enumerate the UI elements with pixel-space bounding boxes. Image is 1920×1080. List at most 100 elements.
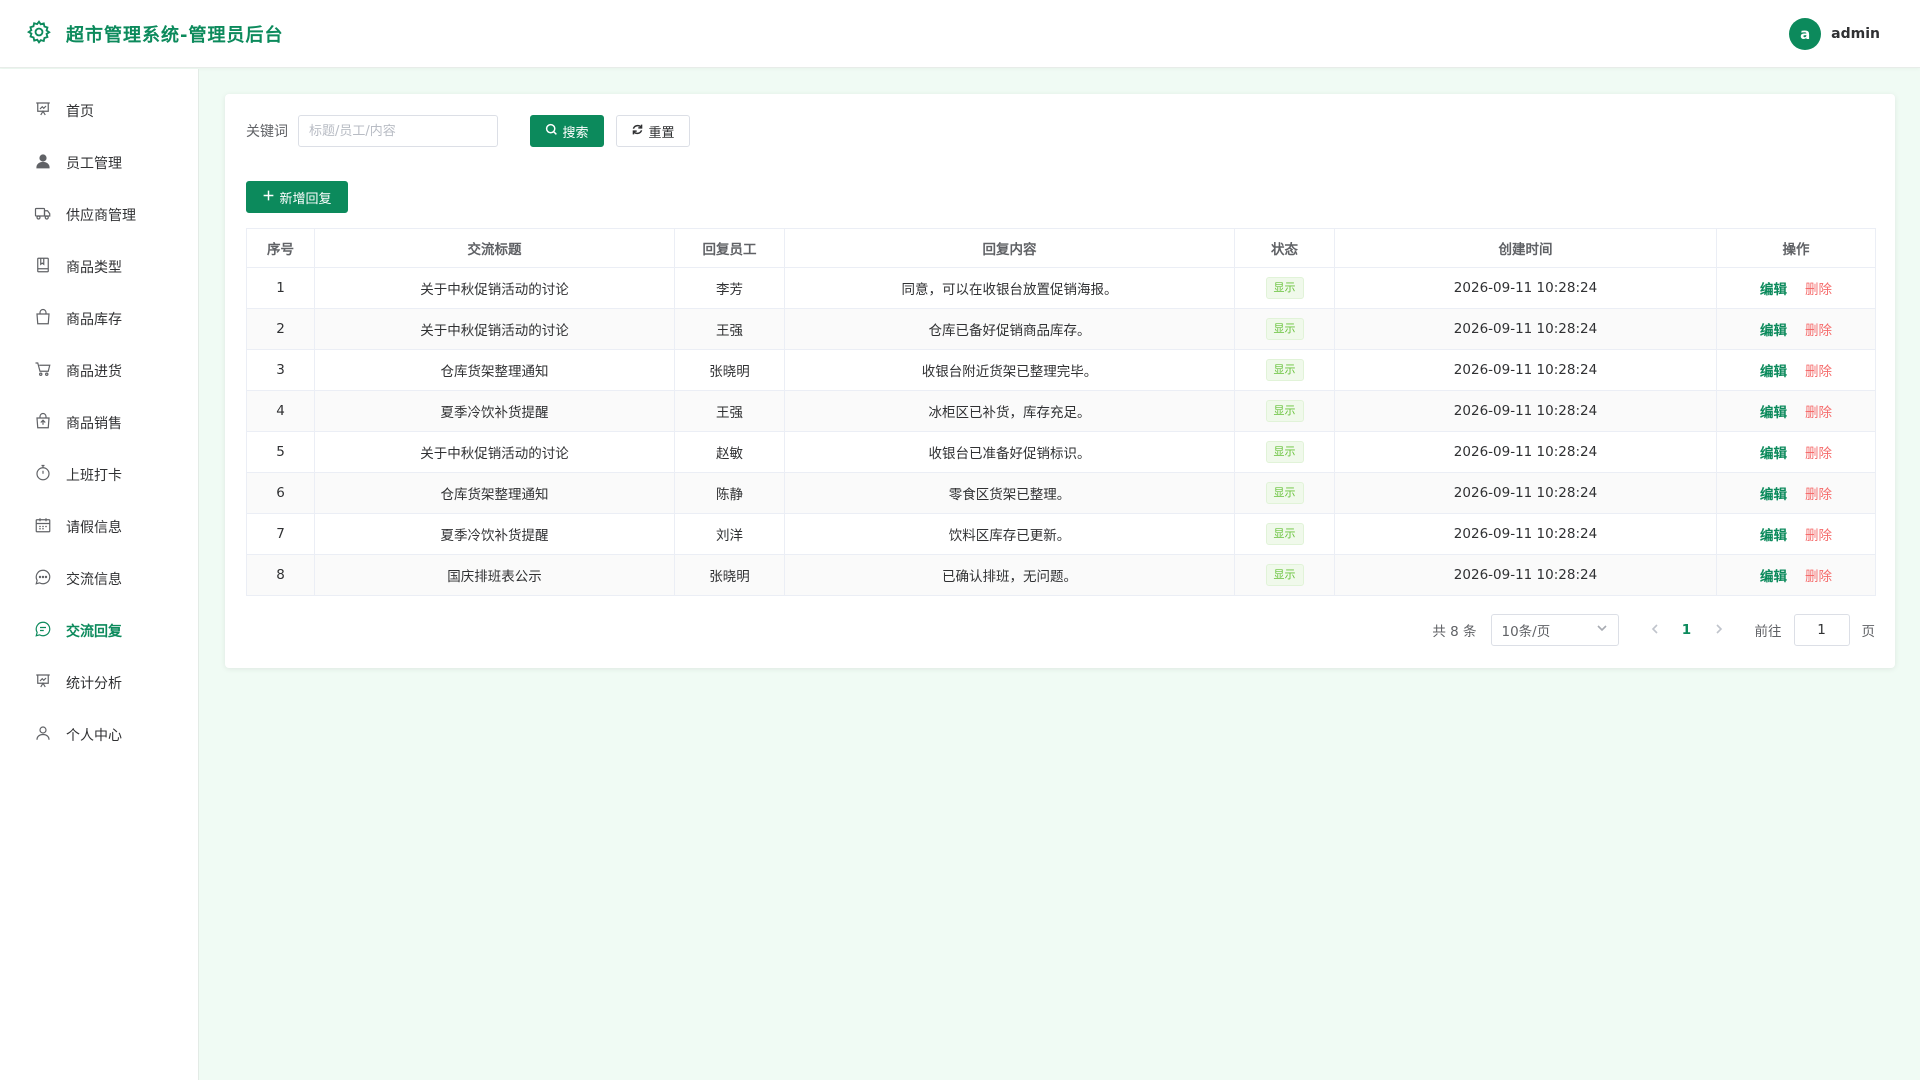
table-row[interactable]: 6 仓库货架整理通知 陈静 零食区货架已整理。 显示 2026-09-11 10…: [246, 472, 1876, 514]
sidebar-item-checkin[interactable]: 上班打卡: [0, 449, 198, 501]
delete-button[interactable]: 删除: [1805, 282, 1832, 298]
sidebar-item-replies[interactable]: 交流回复: [0, 605, 198, 657]
column-header: 序号: [246, 228, 315, 268]
reset-button[interactable]: 重置: [616, 115, 690, 147]
table-row[interactable]: 3 仓库货架整理通知 张晓明 收银台附近货架已整理完毕。 显示 2026-09-…: [246, 349, 1876, 391]
sidebar-item-leave[interactable]: 请假信息: [0, 501, 198, 553]
page-size-select[interactable]: 10条/页: [1490, 614, 1619, 646]
sidebar-item-messages[interactable]: 交流信息: [0, 553, 198, 605]
sidebar-item-inventory[interactable]: 商品库存: [0, 293, 198, 345]
edit-button[interactable]: 编辑: [1760, 405, 1787, 421]
delete-button[interactable]: 删除: [1805, 405, 1832, 421]
page-unit-label: 页: [1861, 624, 1876, 640]
delete-button[interactable]: 删除: [1805, 323, 1832, 339]
keyword-input[interactable]: [298, 115, 498, 147]
cell-status: 显示: [1234, 554, 1335, 596]
cell-employee: 陈静: [674, 472, 785, 514]
column-header: 创建时间: [1334, 228, 1717, 268]
sidebar-item-statistics[interactable]: 统计分析: [0, 657, 198, 709]
edit-button[interactable]: 编辑: [1760, 569, 1787, 585]
chart-icon: [34, 672, 52, 694]
cell-created: 2026-09-11 10:28:24: [1334, 431, 1717, 473]
sidebar-item-label: 交流回复: [66, 624, 122, 640]
sidebar-item-label: 首页: [66, 104, 94, 120]
cell-title: 关于中秋促销活动的讨论: [314, 431, 675, 473]
status-badge: 显示: [1265, 318, 1304, 340]
cell-created: 2026-09-11 10:28:24: [1334, 349, 1717, 391]
sidebar-item-label: 商品进货: [66, 364, 122, 380]
search-button[interactable]: 搜索: [530, 115, 604, 147]
cell-employee: 王强: [674, 390, 785, 432]
table-row[interactable]: 5 关于中秋促销活动的讨论 赵敏 收银台已准备好促销标识。 显示 2026-09…: [246, 431, 1876, 473]
user-icon: [34, 152, 52, 174]
table-row[interactable]: 2 关于中秋促销活动的讨论 王强 仓库已备好促销商品库存。 显示 2026-09…: [246, 308, 1876, 350]
table-row[interactable]: 7 夏季冷饮补货提醒 刘洋 饮料区库存已更新。 显示 2026-09-11 10…: [246, 513, 1876, 555]
sidebar-item-label: 上班打卡: [66, 468, 122, 484]
cell-created: 2026-09-11 10:28:24: [1334, 390, 1717, 432]
add-reply-button[interactable]: 新增回复: [246, 181, 348, 213]
goto-page-input[interactable]: [1793, 614, 1850, 646]
username[interactable]: admin: [1831, 26, 1880, 42]
cell-title: 夏季冷饮补货提醒: [314, 390, 675, 432]
notebook-icon: [34, 256, 52, 278]
edit-button[interactable]: 编辑: [1760, 446, 1787, 462]
delete-button[interactable]: 删除: [1805, 569, 1832, 585]
filter-bar: 关键词 搜索 重置: [246, 115, 690, 147]
chevron-right-icon: [1714, 622, 1724, 638]
cell-created: 2026-09-11 10:28:24: [1334, 554, 1717, 596]
sidebar-item-home[interactable]: 首页: [0, 85, 198, 137]
sidebar: 首页 员工管理 供应商管理 商品类型 商品库存 商品进货 商品销售 上班打卡 请…: [0, 69, 199, 1080]
avatar[interactable]: a: [1789, 17, 1822, 50]
edit-button[interactable]: 编辑: [1760, 364, 1787, 380]
user-menu[interactable]: a admin: [1789, 17, 1894, 50]
cell-index: 1: [246, 267, 315, 309]
column-header: 操作: [1716, 228, 1876, 268]
cell-index: 5: [246, 431, 315, 473]
delete-button[interactable]: 删除: [1805, 528, 1832, 544]
cell-employee: 王强: [674, 308, 785, 350]
sidebar-item-suppliers[interactable]: 供应商管理: [0, 189, 198, 241]
brand[interactable]: 超市管理系统-管理员后台: [26, 19, 283, 49]
edit-button[interactable]: 编辑: [1760, 528, 1787, 544]
cell-created: 2026-09-11 10:28:24: [1334, 472, 1717, 514]
page-number-current[interactable]: 1: [1669, 622, 1705, 638]
table-row[interactable]: 4 夏季冷饮补货提醒 王强 冰柜区已补货，库存充足。 显示 2026-09-11…: [246, 390, 1876, 432]
sidebar-item-label: 请假信息: [66, 520, 122, 536]
column-header: 交流标题: [314, 228, 675, 268]
sidebar-item-categories[interactable]: 商品类型: [0, 241, 198, 293]
cell-actions: 编辑 删除: [1716, 431, 1876, 473]
column-header: 回复内容: [784, 228, 1235, 268]
cell-status: 显示: [1234, 308, 1335, 350]
cell-title: 仓库货架整理通知: [314, 349, 675, 391]
delete-button[interactable]: 删除: [1805, 364, 1832, 380]
table-row[interactable]: 1 关于中秋促销活动的讨论 李芳 同意，可以在收银台放置促销海报。 显示 202…: [246, 267, 1876, 309]
cell-created: 2026-09-11 10:28:24: [1334, 308, 1717, 350]
sidebar-item-purchase[interactable]: 商品进货: [0, 345, 198, 397]
delete-button[interactable]: 删除: [1805, 446, 1832, 462]
cell-title: 关于中秋促销活动的讨论: [314, 267, 675, 309]
cell-employee: 张晓明: [674, 554, 785, 596]
cell-title: 国庆排班表公示: [314, 554, 675, 596]
prev-page-button[interactable]: [1641, 622, 1669, 638]
sidebar-item-profile[interactable]: 个人中心: [0, 709, 198, 761]
edit-button[interactable]: 编辑: [1760, 487, 1787, 503]
cell-content: 冰柜区已补货，库存充足。: [784, 390, 1235, 432]
edit-button[interactable]: 编辑: [1760, 323, 1787, 339]
cell-content: 已确认排班，无问题。: [784, 554, 1235, 596]
cell-employee: 李芳: [674, 267, 785, 309]
sidebar-item-sales[interactable]: 商品销售: [0, 397, 198, 449]
cell-actions: 编辑 删除: [1716, 513, 1876, 555]
status-badge: 显示: [1265, 441, 1304, 463]
sidebar-item-label: 交流信息: [66, 572, 122, 588]
edit-button[interactable]: 编辑: [1760, 282, 1787, 298]
next-page-button[interactable]: [1705, 622, 1733, 638]
sidebar-item-employees[interactable]: 员工管理: [0, 137, 198, 189]
delete-button[interactable]: 删除: [1805, 487, 1832, 503]
stopwatch-icon: [34, 464, 52, 486]
chat-icon: [34, 568, 52, 590]
table-row[interactable]: 8 国庆排班表公示 张晓明 已确认排班，无问题。 显示 2026-09-11 1…: [246, 554, 1876, 596]
cell-actions: 编辑 删除: [1716, 267, 1876, 309]
dashboard-icon: [34, 100, 52, 122]
cell-employee: 刘洋: [674, 513, 785, 555]
status-badge: 显示: [1265, 564, 1304, 586]
